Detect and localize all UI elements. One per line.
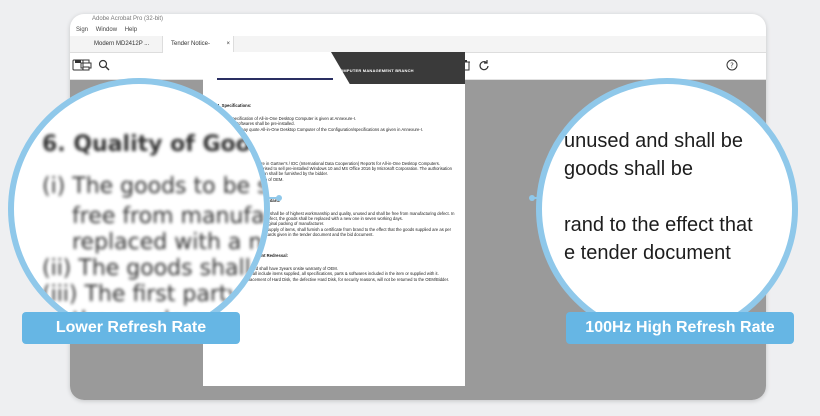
header-text: COMPUTER MANAGEMENT BRANCH [337, 68, 414, 73]
menu-sign[interactable]: Sign [76, 27, 88, 33]
menu-help[interactable]: Help [125, 27, 137, 33]
magnified-line: rand to the effect that [564, 214, 753, 236]
magnified-line: unused and shall be [564, 130, 744, 152]
zoom-icon[interactable] [98, 59, 110, 71]
window-title: Adobe Acrobat Pro (32-bit) [92, 16, 164, 22]
menu-window[interactable]: Window [96, 27, 117, 33]
print-icon[interactable] [80, 59, 92, 71]
connector-dot-left [276, 195, 282, 201]
magnified-line: free from manufactu [72, 204, 265, 229]
rotate-icon[interactable] [478, 59, 490, 71]
label-lower-refresh-rate: Lower Refresh Rate [22, 312, 240, 344]
help-icon[interactable]: ? [726, 59, 738, 71]
tab-bar: Modern MD2412P ... Tender Notice-202... … [70, 36, 766, 64]
magnified-line: (i) The goods to be suppl [42, 174, 269, 199]
magnified-line: e tender document [564, 242, 731, 264]
tab-label: Modern MD2412P ... [94, 41, 150, 47]
section-heading: 4. Specifications: [217, 103, 252, 108]
svg-text:?: ? [730, 62, 734, 70]
magnified-line: replaced with a new [72, 230, 264, 255]
tab-tender-notice[interactable]: Tender Notice-202... × [162, 36, 234, 64]
close-icon[interactable]: × [226, 36, 230, 53]
label-high-refresh-rate: 100Hz High Refresh Rate [566, 312, 794, 344]
header-rule [217, 78, 333, 80]
magnifier-low-refresh: 6. Quality of Goods & St (i) The goods t… [8, 78, 270, 340]
magnified-line: (ii) The goods shall have [42, 256, 264, 281]
marketing-stage: Adobe Acrobat Pro (32-bit) Sign Window H… [0, 0, 820, 416]
magnifier-high-refresh: unused and shall be goods shall be rand … [536, 78, 798, 340]
menu-bar: Sign Window Help [70, 24, 766, 36]
magnified-heading: 6. Quality of Goods & St [42, 132, 267, 157]
magnified-line: (iii) The first party afte [42, 282, 270, 307]
magnified-line: goods shall be [564, 158, 693, 180]
tab-modern-md2412p[interactable]: Modern MD2412P ... [86, 36, 158, 53]
connector-dot-right [529, 195, 535, 201]
